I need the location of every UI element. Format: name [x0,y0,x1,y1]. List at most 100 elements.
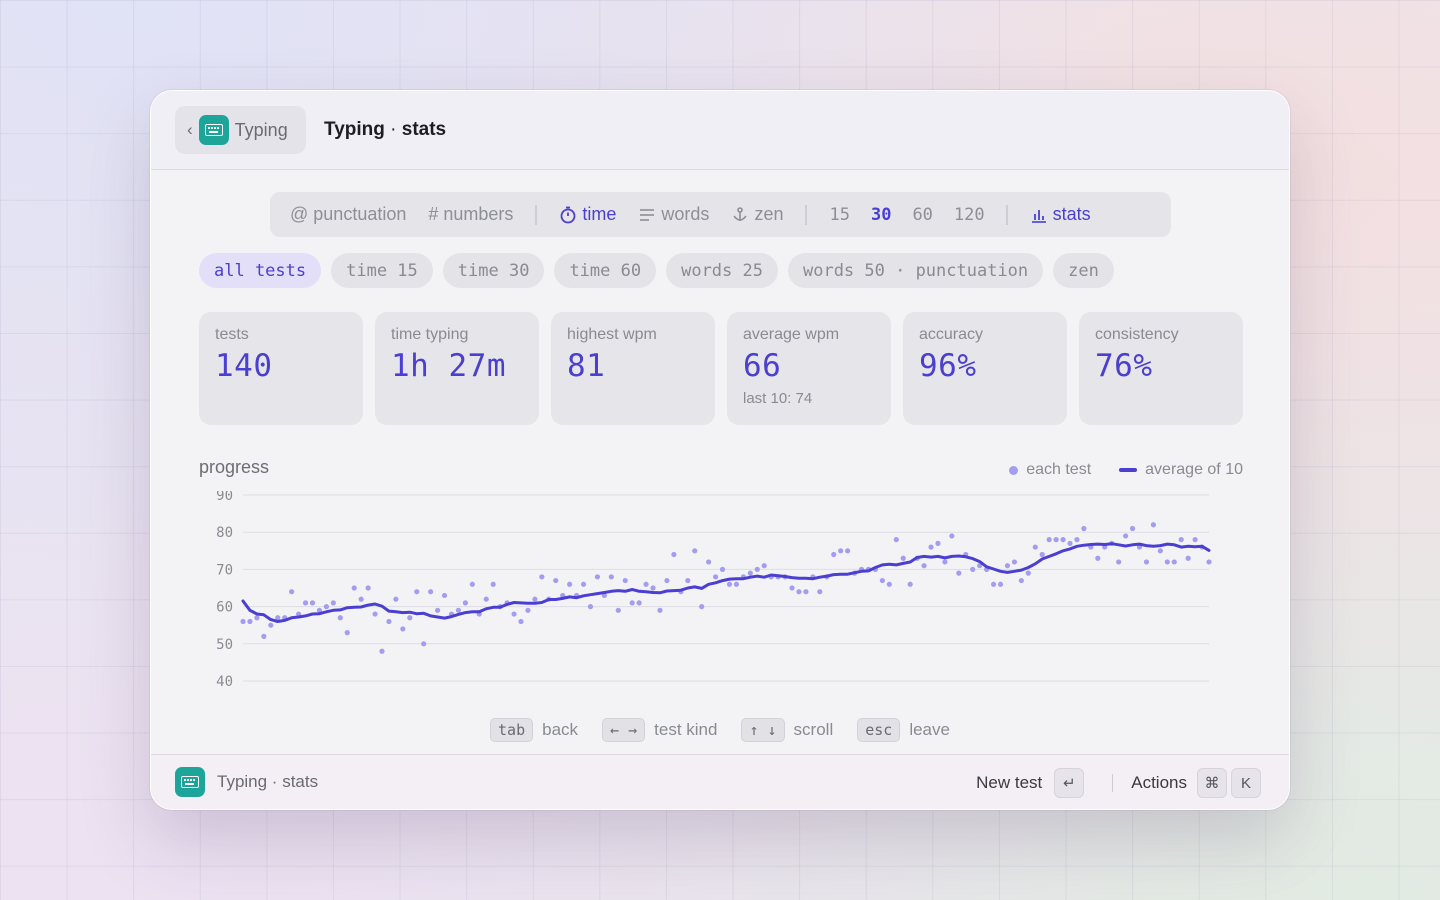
test-point [997,581,1004,587]
key-tab: tab [490,718,534,742]
y-tick-label: 90 [216,491,233,504]
mode-words[interactable]: words [638,204,709,225]
test-point [1171,559,1177,565]
stat-card-tests: tests 140 [199,312,363,425]
key-esc: esc [857,718,901,742]
test-point [712,574,719,580]
test-point [1206,559,1212,565]
stat-card-time-typing: time typing 1h 27m [375,312,539,425]
test-point [567,581,573,587]
hint-arrows-ud: ↑ ↓ scroll [741,718,833,742]
chart-title: progress [199,457,270,477]
mode-punctuation-label: punctuation [313,204,407,224]
footer-bar: Typing · stats New test ↵ Actions ⌘ K [151,754,1289,809]
hint-label: test kind [654,720,718,739]
back-button[interactable]: ‹ Typing [175,106,306,154]
mode-time[interactable]: time [559,204,616,225]
duration-15[interactable]: 15 [829,205,849,225]
stat-label: average wpm [743,326,840,343]
test-point [761,563,767,569]
mode-punctuation[interactable]: @ punctuation [290,204,406,225]
filter-time-60[interactable]: time 60 [554,253,657,288]
divider [1112,774,1114,792]
test-point [539,574,545,580]
legend-line-icon [1119,468,1138,472]
test-point [511,611,517,617]
test-point [900,555,906,561]
enter-key-icon: ↵ [1054,768,1085,798]
test-point [379,648,385,654]
test-point [921,563,927,569]
back-label: Typing [234,119,288,140]
test-point [643,581,649,587]
filter-words-50-punctuation[interactable]: words 50 · punctuation [787,253,1044,288]
hint-arrows-lr: ← → test kind [602,718,717,742]
mode-stats[interactable]: stats [1030,204,1091,225]
new-test-button[interactable]: New test [976,773,1042,793]
stat-value: 96% [919,348,977,384]
chart-legend: each test average of 10 [1009,461,1243,479]
test-point [1025,570,1031,576]
test-point [365,585,371,591]
hint-label: scroll [793,720,834,739]
footer-title: Typing · stats [175,767,318,797]
test-point [1123,533,1129,539]
duration-60[interactable]: 60 [912,205,932,225]
legend-average: average of 10 [1145,461,1243,478]
test-point [1004,563,1011,569]
duration-120[interactable]: 120 [954,205,985,225]
stat-cards: tests 140 time typing 1h 27m highest wpm… [199,312,1243,425]
divider [1005,204,1008,225]
stat-value: 76% [1095,348,1153,384]
test-point [247,618,253,625]
test-point [358,596,364,602]
test-point [240,618,246,625]
k-key-icon: K [1231,768,1261,798]
title-bar: ‹ Typing Typing · stats [151,91,1289,170]
hint-label: leave [909,720,950,739]
test-point [803,589,809,595]
stat-label: highest wpm [567,326,657,343]
test-point [629,600,635,606]
progress-chart: progress each test average of 10 90 80 70 6… [199,453,1243,703]
key-up-down: ↑ ↓ [741,718,785,742]
title-sep: · [384,119,402,140]
filter-all-tests[interactable]: all tests [199,253,322,288]
test-point [1116,559,1122,565]
filter-time-15[interactable]: time 15 [331,253,433,288]
divider [535,204,538,225]
test-point [594,574,601,580]
filter-words-25[interactable]: words 25 [666,253,778,288]
stat-label: tests [215,326,249,343]
filter-time-30[interactable]: time 30 [442,253,545,288]
test-point [754,566,760,572]
key-left-right: ← → [602,718,646,742]
mode-zen[interactable]: zen [731,204,783,225]
filter-zen[interactable]: zen [1053,253,1114,288]
hash-icon: # [428,204,439,224]
test-point [956,570,962,576]
test-point [261,633,267,639]
test-point [692,548,698,554]
mode-numbers[interactable]: # numbers [428,204,513,225]
test-point [1081,525,1087,532]
test-point [622,577,628,584]
stat-value: 81 [567,348,606,384]
test-point [671,551,677,558]
test-point [553,577,559,584]
keyboard-app-icon [198,115,229,145]
actions-button[interactable]: Actions [1131,773,1187,793]
test-point [372,611,378,617]
stat-card-highest-wpm: highest wpm 81 [551,312,715,425]
mode-numbers-label: numbers [443,204,514,224]
test-point [1143,559,1150,565]
test-filter-chips: all tests time 15 time 30 time 60 words … [199,253,1114,288]
test-point [1032,544,1038,550]
test-point [706,559,712,565]
test-point [1129,525,1136,532]
duration-30[interactable]: 30 [871,205,891,225]
test-point [949,533,955,539]
hint-tab: tab back [490,718,578,742]
stat-card-average-wpm: average wpm 66 last 10: 74 [727,312,891,425]
mode-stats-label: stats [1052,204,1091,224]
